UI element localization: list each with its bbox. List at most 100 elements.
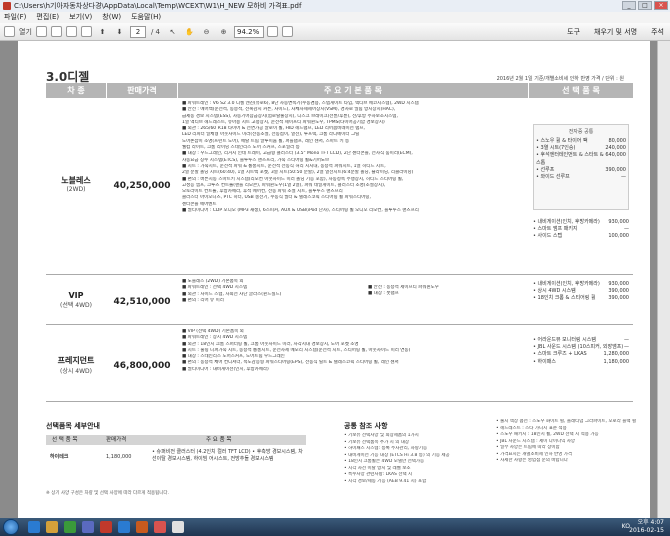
zoom-level-select[interactable]: 94.2% xyxy=(234,25,264,38)
header-features: 주 요 기 본 품 목 xyxy=(178,83,528,98)
option-detail-price: 1,180,000 xyxy=(106,454,132,460)
col-main: 주 요 품 목 xyxy=(206,437,232,443)
menu-edit[interactable]: 편집(E) xyxy=(36,12,59,23)
price-vip: 42,510,000 xyxy=(113,297,171,307)
window-controls: _ □ × xyxy=(622,1,668,10)
feature-line: ■ 내장 : 풋램프 xyxy=(368,291,399,297)
header-model: 차 종 xyxy=(46,83,106,98)
col-option: 선 택 품 목 xyxy=(52,437,78,443)
option-detail-title: 선택품목 세부안내 xyxy=(46,422,100,430)
option-item: • 사이드 스텝 100,000 xyxy=(533,233,629,240)
zoom-in-icon[interactable]: ⊕ xyxy=(217,25,230,38)
option-detail-header: 선 택 품 목 판매가격 주 요 품 목 xyxy=(46,435,306,445)
menu-bar: 파일(F) 편집(E) 보기(V) 창(W) 도움말(H) xyxy=(0,12,670,23)
option-item: • 스마트 크루즈 + LKAS 1,280,000 xyxy=(533,351,629,358)
option-detail-desc: • 슈퍼비전 클러스터 (4.2인치 컬러 TFT LCD) • 후측방 경보시… xyxy=(152,449,303,462)
read-mode-icon[interactable] xyxy=(282,26,293,37)
document-viewer[interactable]: 3.0디젤 2016년 2월 1일 기준/개별소비세 인하 반영 가격 / 단위… xyxy=(0,41,670,518)
previous-page-icon[interactable]: ⬆ xyxy=(96,25,109,38)
model-name-noblesse: 노블레스 (2WD) xyxy=(46,175,106,193)
price-noblesse: 40,250,000 xyxy=(113,181,171,191)
notes-right: • 출시 색상 옵션 : 스노우 화이트 펄, 플래티넘 그라파이트, 오로라 … xyxy=(496,419,636,465)
next-page-icon[interactable]: ⬇ xyxy=(113,25,126,38)
tools-button[interactable]: 도구 xyxy=(567,26,580,38)
fill-sign-button[interactable]: 채우기 및 서명 xyxy=(594,26,637,38)
clock-time: 오후 4:07 xyxy=(637,519,664,526)
minimize-button[interactable]: _ xyxy=(622,1,636,10)
pdf-icon[interactable] xyxy=(154,521,166,533)
comment-button[interactable]: 주석 xyxy=(651,26,664,38)
note-line: • 출시 색상 옵션 : 스노우 화이트 펄, 플래티넘 그라파이트, 오로라 … xyxy=(496,419,636,424)
model-drive-noblesse: (2WD) xyxy=(66,186,86,193)
model-name-president: 프레지던트 (상시 4WD) xyxy=(46,355,106,375)
option-item: • 후석엔터테인먼트 & 스타트 & 스톱 640,000 xyxy=(536,152,626,166)
features-president: ■ VIP (선택 4WD) 기본품목 외 ■ 파워트레인 : 상시 4WD 시… xyxy=(182,329,526,399)
features-vip-right: ■ 안전 : 동승석 세이프티 파워윈도우 ■ 내장 : 풋램프 xyxy=(368,285,518,315)
save-icon[interactable] xyxy=(51,26,62,37)
start-button[interactable] xyxy=(3,519,19,535)
option-item: • 와이드 선루프 — xyxy=(536,174,626,181)
right-tool-panel: 도구 채우기 및 서명 주석 xyxy=(567,26,664,38)
window-title-bar: C:\Users\h기아자동차상다경\AppData\Local\Temp\WC… xyxy=(0,0,670,12)
vertical-scrollbar[interactable] xyxy=(657,41,670,518)
acrobat-icon[interactable] xyxy=(100,521,112,533)
select-icon[interactable]: ↖ xyxy=(166,25,179,38)
print-icon[interactable] xyxy=(66,26,77,37)
chrome-icon[interactable] xyxy=(172,521,184,533)
menu-help[interactable]: 도움말(H) xyxy=(131,12,161,23)
create-icon[interactable] xyxy=(36,26,47,37)
note-line: • 시각 경보/제동 기능 (AEB 9.41 시) 포함 xyxy=(344,478,427,484)
notes-left: • 기보유 선택사양 및 외장제품의 1가지 • 기보유 선택품목 추가 시 의… xyxy=(344,433,492,485)
model-drive-president: (상시 4WD) xyxy=(60,368,92,375)
menu-window[interactable]: 창(W) xyxy=(102,12,121,23)
header-options: 선 택 품 목 xyxy=(529,83,633,98)
model-drive-vip: (선택 4WD) xyxy=(60,302,92,309)
page-number-input[interactable]: 2 xyxy=(130,25,146,38)
price-note: 2016년 2월 1일 기준/개별소비세 인하 반영 가격 / 단위 : 원 xyxy=(496,76,624,82)
feature-line: ■ 멀티미디어 : CDP 오디오 (MP3 재생), 6스피커, AUX & … xyxy=(182,208,419,214)
feature-line: ■ 편의 : 리어 뷰 미러 xyxy=(182,297,224,303)
options-president: • 어라운드뷰 모니터링 시스템 — • JBL 사운드 시스템 (10스피커, … xyxy=(533,337,629,366)
features-vip: ■ 노블레스 (2WD) 기본품목 외 ■ 파워트레인 : 선택 4WD 시스템… xyxy=(182,279,362,323)
notes-title: 공통 참조 사항 xyxy=(344,422,388,430)
option-item: • 18인치 크롬 & 스티어링 휠 390,000 xyxy=(533,295,629,302)
header-price: 판매가격 xyxy=(107,83,177,98)
option-item: • 선루프 390,000 xyxy=(536,166,626,173)
page-total: / 4 xyxy=(150,27,161,36)
fit-page-icon[interactable] xyxy=(267,26,278,37)
options-noblesse-extra: • 내비게이션(인치, 후방카메라) 930,000 • 스마트 앰프 패키지 — … xyxy=(533,219,629,241)
model-name-vip: VIP (선택 4WD) xyxy=(46,291,106,309)
option-detail-item: 하이테크 xyxy=(50,454,69,460)
close-button[interactable]: × xyxy=(654,1,668,10)
options-box-title: 전자증 공통 xyxy=(568,129,594,135)
hand-icon[interactable]: ✋ xyxy=(183,25,196,38)
zoom-out-icon[interactable]: ⊖ xyxy=(200,25,213,38)
note-line: • 자세한 사항은 영업점 문의 바랍니다 xyxy=(496,458,568,463)
email-icon[interactable] xyxy=(81,26,92,37)
pdf-page: 3.0디젤 2016년 2월 1일 기준/개별소비세 인하 반영 가격 / 단위… xyxy=(18,41,650,518)
app-icon[interactable] xyxy=(64,521,76,533)
features-noblesse: ■ 파워트레인 : V6 S2 3.0 디젤 엔진(유로6), 8단 자동변속기… xyxy=(182,101,526,273)
option-item: • 하이패스 1,180,000 xyxy=(533,358,629,365)
app-icon[interactable] xyxy=(82,521,94,533)
folder-icon[interactable] xyxy=(4,26,15,37)
window-title: C:\Users\h기아자동차상다경\AppData\Local\Temp\WC… xyxy=(14,2,302,10)
open-button[interactable]: 열기 xyxy=(19,25,32,38)
word-icon[interactable] xyxy=(118,521,130,533)
option-detail-footnote: ※ 상기 사양 구성은 차량 및 선택 사양에 따라 다르게 적용됩니다. xyxy=(46,491,170,496)
clock-date: 2016-02-15 xyxy=(629,527,664,534)
price-president: 46,800,000 xyxy=(113,361,171,371)
explorer-icon[interactable] xyxy=(46,521,58,533)
options-vip: • 내비게이션(인치, 후방카메라) 930,000 • 상시 4WD 시스템 39… xyxy=(533,281,629,303)
menu-file[interactable]: 파일(F) xyxy=(4,12,26,23)
powerpoint-icon[interactable] xyxy=(136,521,148,533)
maximize-button[interactable]: □ xyxy=(638,1,652,10)
pdf-app-icon xyxy=(3,2,11,10)
ie-icon[interactable] xyxy=(28,521,40,533)
menu-view[interactable]: 보기(V) xyxy=(69,12,92,23)
options-noblesse: • 스노우 휠 & 타이어 팩 80,000 • 3열 시트(7인승) 240,00… xyxy=(536,138,626,181)
col-price: 판매가격 xyxy=(106,437,127,443)
feature-line: ■ 멀티미디어 : 내비게이션(인치, 후방카메라) xyxy=(182,366,269,372)
clock[interactable]: 오후 4:07 2016-02-15 xyxy=(629,519,664,535)
toolbar: 열기 ⬆ ⬇ 2 / 4 ↖ ✋ ⊖ ⊕ 94.2% 도구 채우기 및 서명 주… xyxy=(0,23,670,41)
